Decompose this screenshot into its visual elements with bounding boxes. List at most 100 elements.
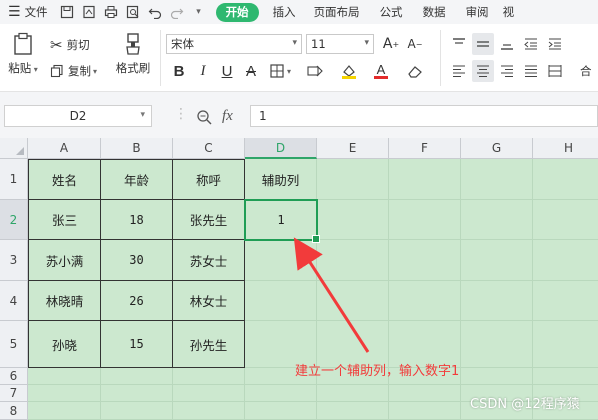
column-header-C[interactable]: C	[173, 138, 245, 159]
cell-H1[interactable]	[533, 159, 598, 200]
cell-A6[interactable]	[28, 368, 101, 385]
align-top-icon[interactable]	[448, 33, 470, 55]
copy-button[interactable]: 复制 ▾	[50, 62, 97, 80]
align-right-icon[interactable]	[496, 60, 518, 82]
clear-format-icon[interactable]	[404, 60, 426, 82]
decrease-indent-icon[interactable]	[520, 33, 542, 55]
cell-B1[interactable]: 年龄	[101, 159, 173, 200]
cell-A4[interactable]: 林晓晴	[28, 281, 101, 321]
cell-B4[interactable]: 26	[101, 281, 173, 321]
cell-C5[interactable]: 孙先生	[173, 321, 245, 368]
save-icon[interactable]	[56, 0, 78, 24]
cell-B8[interactable]	[101, 402, 173, 420]
cell-B7[interactable]	[101, 385, 173, 402]
tab-review[interactable]: 审阅	[456, 0, 499, 24]
cell-style-icon[interactable]	[304, 60, 326, 82]
export-pdf-icon[interactable]	[78, 0, 100, 24]
tab-insert[interactable]: 插入	[265, 0, 304, 24]
merge-button[interactable]: 合	[580, 62, 592, 80]
cell-A1[interactable]: 姓名	[28, 159, 101, 200]
cell-A7[interactable]	[28, 385, 101, 402]
underline-icon[interactable]: U	[216, 60, 238, 82]
redo-icon[interactable]	[166, 0, 188, 24]
cell-D3[interactable]	[245, 240, 317, 281]
cell-C8[interactable]	[173, 402, 245, 420]
distributed-align-icon[interactable]	[544, 60, 566, 82]
cell-G5[interactable]	[461, 321, 533, 368]
tab-formulas[interactable]: 公式	[370, 0, 413, 24]
justify-icon[interactable]	[520, 60, 542, 82]
cell-D7[interactable]	[245, 385, 317, 402]
cell-C7[interactable]	[173, 385, 245, 402]
cell-G4[interactable]	[461, 281, 533, 321]
cell-B2[interactable]: 18	[101, 200, 173, 240]
row-header-7[interactable]: 7	[0, 385, 28, 402]
cell-G1[interactable]	[461, 159, 533, 200]
cell-B5[interactable]: 15	[101, 321, 173, 368]
cell-H2[interactable]	[533, 200, 598, 240]
format-painter-button[interactable]: 格式刷	[112, 32, 154, 84]
cell-C4[interactable]: 林女士	[173, 281, 245, 321]
cell-E8[interactable]	[317, 402, 389, 420]
column-header-E[interactable]: E	[317, 138, 389, 159]
column-header-B[interactable]: B	[101, 138, 173, 159]
file-menu[interactable]: ☰ 文件	[0, 0, 56, 24]
undo-icon[interactable]	[144, 0, 166, 24]
cell-B6[interactable]	[101, 368, 173, 385]
cell-G6[interactable]	[461, 368, 533, 385]
cell-F2[interactable]	[389, 200, 461, 240]
increase-font-icon[interactable]: A +	[380, 33, 402, 55]
cell-A2[interactable]: 张三	[28, 200, 101, 240]
cell-E7[interactable]	[317, 385, 389, 402]
select-all-corner[interactable]	[0, 138, 28, 159]
row-header-1[interactable]: 1	[0, 159, 28, 200]
cell-C3[interactable]: 苏女士	[173, 240, 245, 281]
cell-E2[interactable]	[317, 200, 389, 240]
bold-icon[interactable]: B	[168, 60, 190, 82]
cell-E4[interactable]	[317, 281, 389, 321]
align-bottom-icon[interactable]	[496, 33, 518, 55]
strikethrough-icon[interactable]: A	[240, 60, 262, 82]
cell-A8[interactable]	[28, 402, 101, 420]
cell-F8[interactable]	[389, 402, 461, 420]
insert-function-icon[interactable]: fx	[222, 108, 233, 125]
font-color-icon[interactable]: A	[370, 60, 392, 82]
print-preview-icon[interactable]	[122, 0, 144, 24]
tab-view[interactable]: 视	[499, 0, 519, 24]
row-header-2[interactable]: 2	[0, 200, 28, 240]
column-header-A[interactable]: A	[28, 138, 101, 159]
row-header-4[interactable]: 4	[0, 281, 28, 321]
name-box[interactable]: D2 ▾	[4, 105, 152, 127]
cell-D8[interactable]	[245, 402, 317, 420]
decrease-font-icon[interactable]: A −	[404, 33, 426, 55]
tab-home[interactable]: 开始	[215, 2, 259, 22]
quick-access-dropdown-icon[interactable]: ▾	[188, 0, 210, 24]
column-header-D[interactable]: D	[245, 138, 317, 159]
align-center-icon[interactable]	[472, 60, 494, 82]
row-header-3[interactable]: 3	[0, 240, 28, 281]
paste-button[interactable]: 粘贴 ▾	[6, 32, 40, 84]
cell-A5[interactable]: 孙晓	[28, 321, 101, 368]
cell-G2[interactable]	[461, 200, 533, 240]
cell-C2[interactable]: 张先生	[173, 200, 245, 240]
align-middle-icon[interactable]	[472, 33, 494, 55]
column-header-G[interactable]: G	[461, 138, 533, 159]
tab-page-layout[interactable]: 页面布局	[304, 0, 370, 24]
cell-E3[interactable]	[317, 240, 389, 281]
cell-A3[interactable]: 苏小满	[28, 240, 101, 281]
cell-C1[interactable]: 称呼	[173, 159, 245, 200]
fill-color-icon[interactable]	[338, 60, 360, 82]
tab-data[interactable]: 数据	[413, 0, 456, 24]
cell-H6[interactable]	[533, 368, 598, 385]
print-icon[interactable]	[100, 0, 122, 24]
cell-F4[interactable]	[389, 281, 461, 321]
column-header-H[interactable]: H	[533, 138, 598, 159]
cell-C6[interactable]	[173, 368, 245, 385]
cell-H3[interactable]	[533, 240, 598, 281]
column-header-F[interactable]: F	[389, 138, 461, 159]
row-header-8[interactable]: 8	[0, 402, 28, 420]
cell-G3[interactable]	[461, 240, 533, 281]
font-size-select[interactable]: 11 ▾	[306, 34, 374, 54]
cell-F1[interactable]	[389, 159, 461, 200]
formula-input[interactable]: 1	[250, 105, 598, 127]
